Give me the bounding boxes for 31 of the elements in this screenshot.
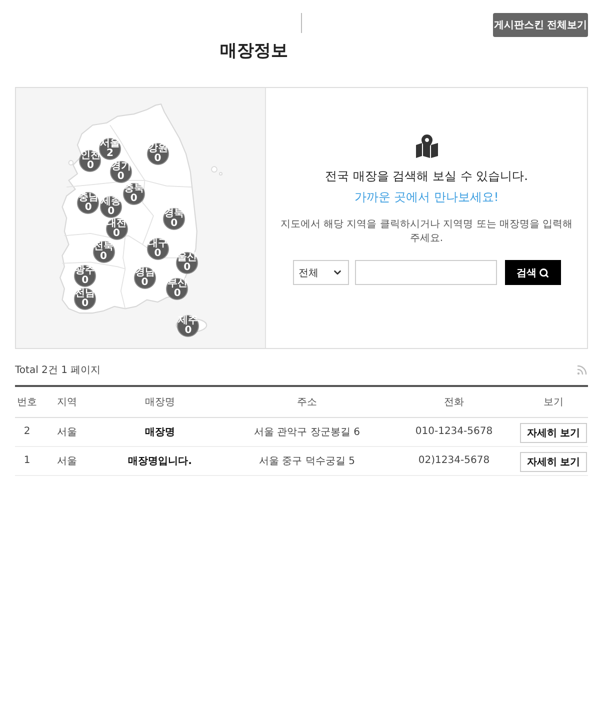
result-summary: Total 2건 1 페이지	[15, 364, 101, 377]
column-header: 보기	[519, 386, 588, 417]
column-header: 전화	[389, 386, 519, 417]
column-header: 주소	[225, 386, 389, 417]
store-name-cell: 매장명입니다.	[95, 446, 225, 475]
table-cell: 서울 관악구 장군봉길 6	[225, 417, 389, 446]
search-icon	[538, 268, 548, 278]
map-pin-icon	[414, 134, 438, 158]
store-name-cell: 매장명	[95, 417, 225, 446]
view-all-button[interactable]: 게시판스킨 전체보기	[493, 13, 588, 37]
page-title: 매장정보	[220, 40, 288, 63]
table-cell: 02)1234-5678	[389, 446, 519, 475]
table-cell: 서울 중구 덕수궁길 5	[225, 446, 389, 475]
region-select[interactable]: 전체	[292, 260, 348, 285]
table-cell: 1	[15, 446, 39, 475]
table-cell: 서울	[39, 446, 95, 475]
search-hint: 지도에서 해당 지역을 클릭하시거나 지역명 또는 매장명을 입력해 주세요.	[279, 218, 574, 246]
details-button[interactable]: 자세히 보기	[520, 422, 588, 442]
column-header: 번호	[15, 386, 39, 417]
rss-icon[interactable]	[576, 364, 588, 376]
column-header: 지역	[39, 386, 95, 417]
column-header: 매장명	[95, 386, 225, 417]
search-field[interactable]	[354, 260, 496, 285]
details-button[interactable]: 자세히 보기	[520, 452, 588, 472]
table-cell: 2	[15, 417, 39, 446]
search-tagline: 가까운 곳에서 만나보세요!	[354, 189, 499, 206]
search-headline: 전국 매장을 검색해 보실 수 있습니다.	[325, 168, 528, 185]
search-button[interactable]: 검색	[504, 260, 560, 285]
table-cell: 010-1234-5678	[389, 417, 519, 446]
table-cell: 서울	[39, 417, 95, 446]
region-marker[interactable]: 제주 0	[177, 315, 200, 338]
